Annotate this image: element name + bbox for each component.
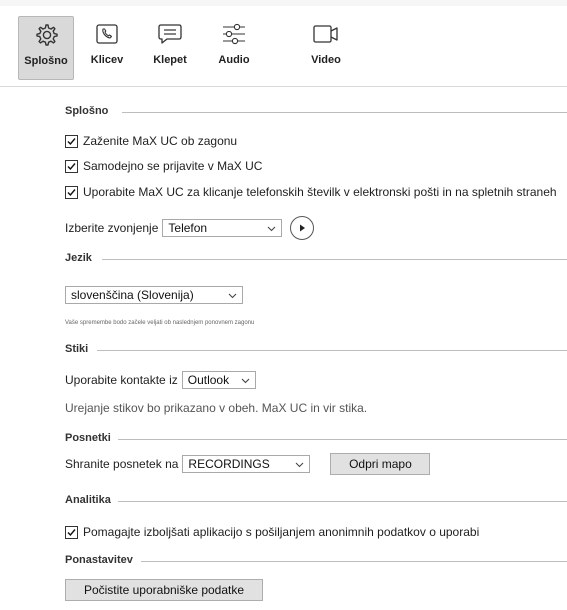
chevron-down-icon	[241, 373, 250, 387]
chevron-down-icon	[267, 221, 276, 235]
tab-label: Klicev	[90, 54, 124, 66]
preferences-toolbar: Splošno Klicev Klepet Audio Video	[0, 6, 567, 87]
autologin-label: Samodejno se prijavite v MaX UC	[83, 159, 263, 173]
tab-klicev[interactable]: Klicev	[84, 16, 130, 78]
section-title-reset: Ponastavitev	[65, 554, 133, 566]
click-to-call-checkbox-row[interactable]: Uporabite MaX UC za klicanje telefonskih…	[65, 185, 557, 199]
section-title-recordings: Posnetki	[65, 432, 111, 444]
ringtone-select[interactable]: Telefon	[162, 219, 283, 237]
startup-checkbox[interactable]	[65, 134, 78, 148]
tab-klepet[interactable]: Klepet	[146, 16, 194, 78]
section-title-analytics: Analitika	[65, 494, 111, 506]
ringtone-label: Izberite zvonjenje	[65, 221, 159, 235]
startup-label: Zaženite MaX UC ob zagonu	[83, 134, 238, 148]
section-divider	[102, 259, 567, 260]
ringtone-value: Telefon	[168, 221, 208, 235]
tab-splosno[interactable]: Splošno	[18, 16, 74, 80]
checkmark-icon	[67, 188, 76, 196]
recordings-folder-select[interactable]: RECORDINGS	[182, 455, 311, 473]
autologin-checkbox[interactable]	[65, 159, 78, 173]
gear-icon	[33, 17, 59, 53]
section-divider	[122, 112, 567, 113]
contacts-source-value: Outlook	[187, 373, 230, 387]
contacts-info-text: Urejanje stikov bo prikazano v obeh. MaX…	[65, 401, 368, 415]
language-restart-note: Vaše spremembe bodo začele veljati ob na…	[65, 320, 255, 326]
chat-icon	[157, 16, 183, 52]
analytics-label: Pomagajte izboljšati aplikacijo s pošilj…	[83, 525, 480, 539]
tab-video[interactable]: Video	[308, 16, 344, 78]
checkmark-icon	[67, 137, 76, 145]
preferences-window: Splošno Klicev Klepet Audio Video Splošn…	[0, 0, 567, 610]
section-divider	[118, 439, 567, 440]
section-title-general: Splošno	[65, 105, 109, 117]
recordings-folder-value: RECORDINGS	[188, 457, 270, 471]
click-to-call-label: Uporabite MaX UC za klicanje telefonskih…	[83, 185, 557, 199]
language-value: slovenščina (Slovenija)	[71, 288, 194, 302]
phone-icon	[95, 16, 119, 52]
language-select[interactable]: slovenščina (Slovenija)	[65, 286, 243, 304]
startup-checkbox-row[interactable]: Zaženite MaX UC ob zagonu	[65, 134, 237, 148]
reset-row: Počistite uporabniške podatke	[65, 579, 263, 601]
analytics-checkbox[interactable]	[65, 525, 78, 539]
contacts-source-row: Uporabite kontakte iz Outlook	[65, 371, 256, 389]
tab-label: Video	[311, 54, 341, 66]
language-row: slovenščina (Slovenija)	[65, 286, 243, 304]
play-icon	[300, 224, 306, 232]
open-folder-button[interactable]: Odpri mapo	[330, 453, 431, 475]
clear-user-data-button[interactable]: Počistite uporabniške podatke	[65, 579, 263, 601]
ringtone-row: Izberite zvonjenje Telefon	[65, 216, 315, 240]
section-title-contacts: Stiki	[65, 343, 89, 355]
section-divider	[97, 350, 567, 351]
section-divider	[118, 501, 567, 502]
tab-audio[interactable]: Audio	[210, 16, 258, 78]
section-divider	[141, 561, 567, 562]
tab-label: Splošno	[24, 55, 68, 67]
recordings-row: Shranite posnetek na RECORDINGS Odpri ma…	[65, 453, 431, 475]
checkmark-icon	[67, 162, 76, 170]
click-to-call-checkbox[interactable]	[65, 185, 78, 199]
video-camera-icon	[312, 16, 340, 52]
chevron-down-icon	[228, 288, 237, 302]
recordings-save-label: Shranite posnetek na	[65, 457, 179, 471]
tab-label: Audio	[218, 54, 250, 66]
chevron-down-icon	[295, 457, 304, 471]
play-ringtone-button[interactable]	[290, 216, 315, 240]
tab-label: Klepet	[153, 54, 187, 66]
contacts-source-label: Uporabite kontakte iz	[65, 373, 178, 387]
contacts-source-select[interactable]: Outlook	[181, 371, 256, 389]
sliders-icon	[220, 16, 248, 52]
analytics-checkbox-row[interactable]: Pomagajte izboljšati aplikacijo s pošilj…	[65, 525, 479, 539]
section-title-language: Jezik	[65, 252, 92, 264]
checkmark-icon	[67, 528, 76, 536]
autologin-checkbox-row[interactable]: Samodejno se prijavite v MaX UC	[65, 159, 262, 173]
